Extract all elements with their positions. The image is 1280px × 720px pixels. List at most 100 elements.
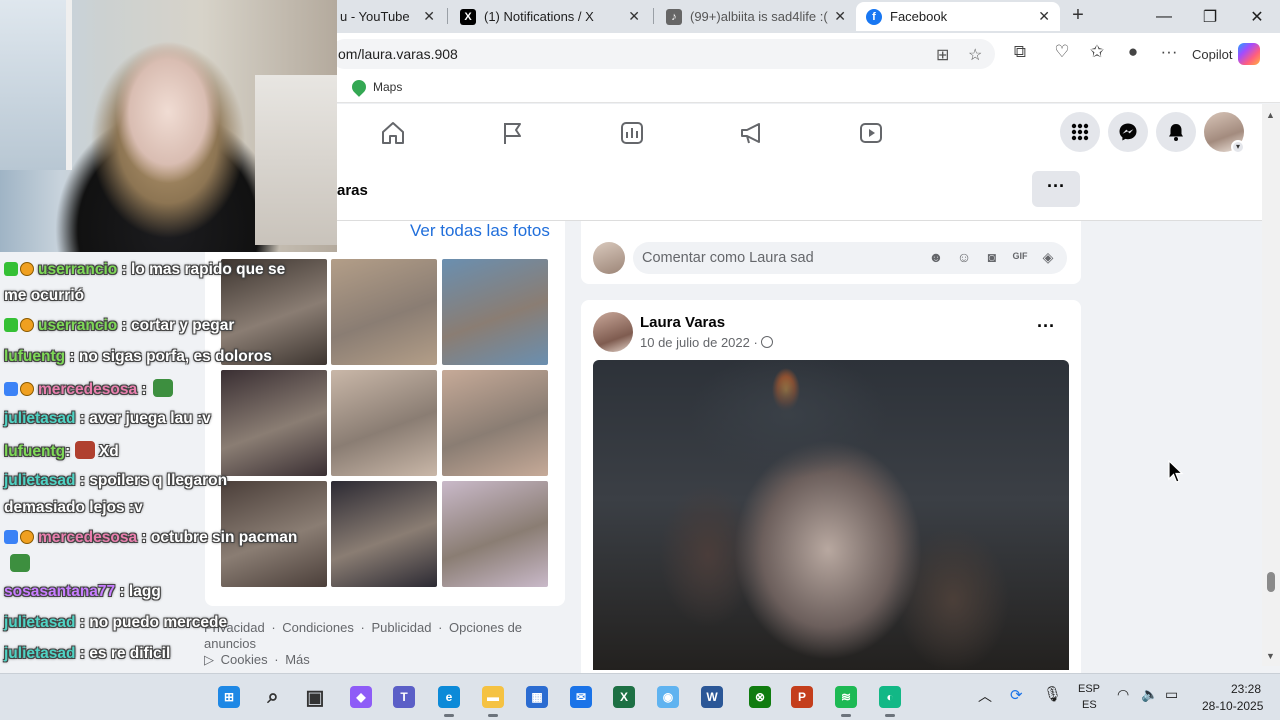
photo-thumbnail[interactable] xyxy=(331,481,437,587)
taskbar-app-button[interactable]: ⊞ xyxy=(214,682,244,712)
tab-facebook[interactable]: f Facebook ✕ xyxy=(856,2,1060,31)
close-window-button[interactable]: ✕ xyxy=(1234,0,1280,33)
profile-icon[interactable]: ● xyxy=(1121,42,1145,62)
clock-date[interactable]: 28-10-2025 xyxy=(1202,699,1263,713)
favorites-icon[interactable]: ✩ xyxy=(1085,42,1109,62)
taskbar-app-button[interactable]: ◉ xyxy=(653,682,683,712)
close-icon[interactable]: ✕ xyxy=(628,8,640,25)
language-code[interactable]: ESP xyxy=(1078,683,1100,695)
chat-username[interactable]: mercedesosa xyxy=(38,529,137,546)
taskbar-app-button[interactable]: X xyxy=(609,682,639,712)
taskbar-app-button[interactable]: ✉ xyxy=(566,682,596,712)
chevron-down-icon[interactable]: ▾ xyxy=(1231,140,1245,154)
close-icon[interactable]: ✕ xyxy=(834,8,846,25)
close-icon[interactable]: ✕ xyxy=(423,8,435,25)
taskbar-app-button[interactable]: ▦ xyxy=(522,682,552,712)
chat-username[interactable]: userrancio xyxy=(38,261,117,278)
wifi-icon[interactable]: ◠ xyxy=(1117,686,1129,703)
taskbar-app-button[interactable]: W xyxy=(697,682,727,712)
taskbar-app-button[interactable]: e xyxy=(434,682,464,712)
tab-tiktok[interactable]: ♪ (99+)albiita is sad4life :( (@ ✕ xyxy=(656,2,856,31)
taskbar-app-button[interactable]: ▬ xyxy=(478,682,508,712)
menu-grid-button[interactable] xyxy=(1060,112,1100,152)
commenter-avatar[interactable] xyxy=(593,242,625,274)
post-date[interactable]: 10 de julio de 2022 · xyxy=(640,335,758,350)
tab-youtube[interactable]: u - YouTube ✕ xyxy=(330,2,445,31)
taskbar-app-button[interactable]: ≋ xyxy=(831,682,861,712)
ads-megaphone-icon[interactable] xyxy=(737,118,767,148)
volume-icon[interactable]: 🔈 xyxy=(1141,686,1158,703)
new-tab-button[interactable]: + xyxy=(1066,3,1090,27)
emoji-icon[interactable]: ☺ xyxy=(955,249,973,265)
profile-name[interactable]: aras xyxy=(337,182,368,199)
taskbar-app-button[interactable]: ▣ xyxy=(300,682,330,712)
taskbar-app-button[interactable]: ◆ xyxy=(346,682,376,712)
bookmark-maps[interactable]: Maps xyxy=(349,77,402,97)
comment-input[interactable]: Comentar como Laura sad ☻ ☺ ◙ GIF ◈ xyxy=(633,242,1067,274)
chat-username[interactable]: lufuentg xyxy=(4,443,65,460)
favorite-star-icon[interactable]: ☆ xyxy=(968,45,982,65)
minimize-button[interactable]: — xyxy=(1141,0,1187,33)
chat-username[interactable]: sosasantana77 xyxy=(4,583,115,600)
browser-essentials-icon[interactable]: ♡ xyxy=(1050,42,1074,62)
messenger-button[interactable] xyxy=(1108,112,1148,152)
restore-button[interactable]: ❐ xyxy=(1187,0,1233,33)
taskbar-app-button[interactable]: ⌕ xyxy=(258,682,288,712)
photo-thumbnail[interactable] xyxy=(442,259,548,365)
settings-more-icon[interactable]: ··· xyxy=(1157,42,1181,62)
photo-thumbnail[interactable] xyxy=(442,481,548,587)
sticker-icon[interactable]: ◈ xyxy=(1039,249,1057,266)
chat-text: : es re dificil xyxy=(75,645,171,662)
extensions-icon[interactable]: ⧉ xyxy=(1008,42,1032,62)
pages-flag-icon[interactable] xyxy=(498,118,528,148)
page-scrollbar[interactable]: ▲ ▼ xyxy=(1262,104,1280,666)
footer-link-advertising[interactable]: Publicidad xyxy=(371,620,431,635)
post-author-name[interactable]: Laura Varas xyxy=(640,314,725,331)
post-options-button[interactable]: ··· xyxy=(1037,316,1055,337)
address-bar[interactable]: om/laura.varas.908 ⊞ ☆ xyxy=(330,39,995,69)
post-photo[interactable] xyxy=(593,360,1069,670)
footer-link-more[interactable]: Más xyxy=(285,652,310,667)
photo-thumbnail[interactable] xyxy=(331,259,437,365)
sync-icon[interactable]: ⟳ xyxy=(1010,686,1023,704)
footer-separator: · xyxy=(438,620,443,635)
post-author-avatar[interactable] xyxy=(593,312,633,352)
scrollbar-thumb[interactable] xyxy=(1267,572,1275,592)
chat-username[interactable]: userrancio xyxy=(38,317,117,334)
taskbar-app-button[interactable]: T xyxy=(389,682,419,712)
taskbar-app-button[interactable]: P xyxy=(787,682,817,712)
app-available-icon[interactable]: ⊞ xyxy=(936,45,949,65)
taskbar-app-button[interactable]: ⊗ xyxy=(745,682,775,712)
insights-icon[interactable] xyxy=(617,118,647,148)
scroll-down-arrow-icon[interactable]: ▼ xyxy=(1266,651,1275,661)
photo-thumbnail[interactable] xyxy=(221,370,327,476)
scroll-up-arrow-icon[interactable]: ▲ xyxy=(1266,110,1275,120)
show-hidden-icons-chevron-icon[interactable]: ︿ xyxy=(978,686,992,706)
notifications-button[interactable] xyxy=(1156,112,1196,152)
video-icon[interactable] xyxy=(856,118,886,148)
keyboard-layout[interactable]: ES xyxy=(1082,699,1097,711)
battery-icon[interactable]: ▭ xyxy=(1165,686,1178,703)
avatar-sticker-icon[interactable]: ☻ xyxy=(927,249,945,265)
footer-link-terms[interactable]: Condiciones xyxy=(282,620,354,635)
camera-icon[interactable]: ◙ xyxy=(983,249,1001,265)
tab-notifications-x[interactable]: X (1) Notifications / X ✕ xyxy=(450,2,650,31)
home-icon[interactable] xyxy=(378,118,408,148)
chat-username[interactable]: julietasad xyxy=(4,472,76,489)
chat-username[interactable]: julietasad xyxy=(4,645,76,662)
photo-thumbnail[interactable] xyxy=(331,370,437,476)
chat-username[interactable]: lufuentg xyxy=(4,348,65,365)
chat-username[interactable]: mercedesosa xyxy=(38,381,137,398)
microphone-icon[interactable]: 🎙 xyxy=(1043,685,1062,703)
footer-link-cookies[interactable]: Cookies xyxy=(221,652,268,667)
close-icon[interactable]: ✕ xyxy=(1038,8,1050,25)
taskbar-app-button[interactable]: ◐ xyxy=(875,682,905,712)
gif-icon[interactable]: GIF xyxy=(1011,251,1029,261)
see-all-photos-link[interactable]: Ver todas las fotos xyxy=(410,221,550,241)
copilot-button[interactable]: Copilot xyxy=(1192,39,1261,69)
chat-username[interactable]: julietasad xyxy=(4,614,76,631)
photo-thumbnail[interactable] xyxy=(442,370,548,476)
profile-more-button[interactable]: ··· xyxy=(1032,171,1080,207)
chat-username[interactable]: julietasad xyxy=(4,410,76,427)
clock-time[interactable]: 23:28 xyxy=(1231,682,1261,696)
